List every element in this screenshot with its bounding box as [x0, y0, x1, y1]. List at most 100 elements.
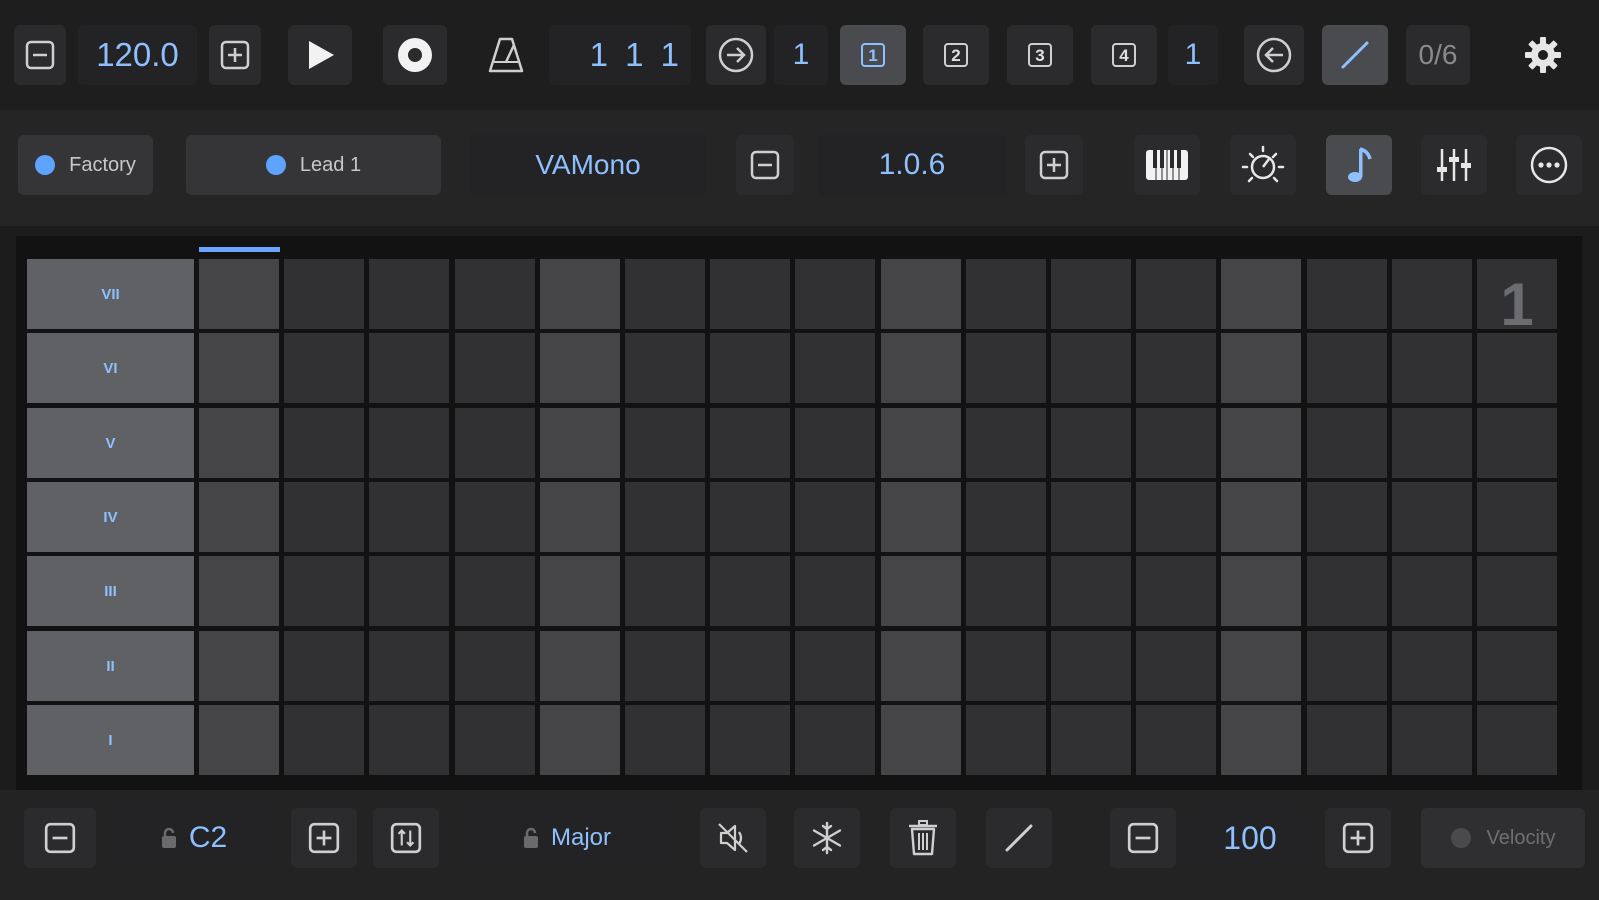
step-cell[interactable] [710, 556, 790, 626]
step-cell[interactable] [455, 259, 535, 329]
draw-mode-button[interactable] [1322, 25, 1388, 85]
step-cell[interactable] [284, 408, 364, 478]
velocity-decrease-button[interactable] [1110, 808, 1176, 868]
step-cell[interactable] [199, 631, 279, 701]
step-cell[interactable] [1051, 333, 1131, 403]
step-cell[interactable] [199, 259, 279, 329]
step-cell[interactable] [1307, 631, 1387, 701]
step-cell[interactable] [710, 482, 790, 552]
step-cell[interactable] [540, 482, 620, 552]
synth-edit-button[interactable] [1230, 135, 1296, 195]
mute-button[interactable] [700, 808, 766, 868]
step-cell[interactable] [1221, 333, 1301, 403]
pattern-button-3[interactable]: 3 [1007, 25, 1073, 85]
step-cell[interactable] [881, 705, 961, 775]
step-cell[interactable] [1477, 333, 1557, 403]
play-button[interactable] [288, 25, 352, 85]
sequencer-view-button[interactable] [1326, 135, 1392, 195]
step-cell[interactable] [1307, 705, 1387, 775]
step-cell[interactable] [1051, 408, 1131, 478]
step-cell[interactable] [1136, 556, 1216, 626]
metronome-button[interactable] [476, 25, 536, 85]
step-cell[interactable] [710, 631, 790, 701]
step-cell[interactable] [710, 705, 790, 775]
step-cell[interactable] [1307, 259, 1387, 329]
step-cell[interactable] [1136, 631, 1216, 701]
step-cell[interactable] [795, 259, 875, 329]
step-cell[interactable] [369, 259, 449, 329]
step-cell[interactable] [1136, 705, 1216, 775]
step-cell[interactable] [881, 482, 961, 552]
step-cell[interactable] [1136, 259, 1216, 329]
row-label[interactable]: IV [27, 482, 194, 552]
step-cell[interactable] [1221, 631, 1301, 701]
step-cell[interactable] [1221, 259, 1301, 329]
synth-name[interactable]: VAMono [469, 135, 707, 195]
step-cell[interactable] [1221, 482, 1301, 552]
step-cell[interactable] [455, 631, 535, 701]
step-cell[interactable] [1221, 408, 1301, 478]
row-label[interactable]: III [27, 556, 194, 626]
step-cell[interactable] [1307, 333, 1387, 403]
step-cell[interactable] [1477, 482, 1557, 552]
row-label[interactable]: I [27, 705, 194, 775]
step-cell[interactable] [540, 408, 620, 478]
step-cell[interactable] [1051, 556, 1131, 626]
row-label[interactable]: II [27, 631, 194, 701]
step-cell[interactable] [369, 631, 449, 701]
step-cell[interactable] [966, 556, 1046, 626]
step-cell[interactable] [625, 408, 705, 478]
loop-end-button[interactable] [1244, 25, 1304, 85]
pattern-button-4[interactable]: 4 [1091, 25, 1157, 85]
row-label[interactable]: V [27, 408, 194, 478]
delete-button[interactable] [890, 808, 956, 868]
root-note-field[interactable]: C2 [110, 808, 276, 868]
step-cell[interactable] [966, 482, 1046, 552]
step-cell[interactable] [369, 333, 449, 403]
step-cell[interactable] [1477, 631, 1557, 701]
step-cell[interactable] [1051, 482, 1131, 552]
transpose-button[interactable] [373, 808, 439, 868]
step-cell[interactable] [455, 333, 535, 403]
step-cell[interactable] [284, 631, 364, 701]
step-cell[interactable] [540, 333, 620, 403]
step-cell[interactable] [199, 333, 279, 403]
freeze-button[interactable] [794, 808, 860, 868]
step-cell[interactable] [966, 259, 1046, 329]
step-cell[interactable] [881, 631, 961, 701]
more-options-button[interactable] [1516, 135, 1582, 195]
row-label[interactable]: VI [27, 333, 194, 403]
step-cell[interactable] [284, 333, 364, 403]
tempo-display[interactable]: 120.0 [78, 25, 197, 85]
step-cell[interactable] [540, 631, 620, 701]
version-increase-button[interactable] [1025, 135, 1083, 195]
bank-selector[interactable]: Factory [18, 135, 153, 195]
scale-field[interactable]: Major [459, 808, 673, 868]
step-cell[interactable] [1392, 556, 1472, 626]
step-cell[interactable] [1307, 556, 1387, 626]
step-cell[interactable] [710, 408, 790, 478]
step-cell[interactable] [795, 408, 875, 478]
velocity-increase-button[interactable] [1325, 808, 1391, 868]
step-cell[interactable] [625, 631, 705, 701]
pattern-button-1[interactable]: 1 [840, 25, 906, 85]
step-cell[interactable] [369, 408, 449, 478]
step-cell[interactable] [881, 556, 961, 626]
step-cell[interactable] [1392, 408, 1472, 478]
step-cell[interactable] [455, 705, 535, 775]
step-cell[interactable] [540, 705, 620, 775]
step-cell[interactable] [1221, 556, 1301, 626]
step-cell[interactable] [795, 333, 875, 403]
step-cell[interactable] [540, 259, 620, 329]
step-cell[interactable] [199, 408, 279, 478]
step-cell[interactable] [369, 705, 449, 775]
record-button[interactable] [383, 25, 447, 85]
step-cell[interactable] [625, 259, 705, 329]
velocity-toggle[interactable]: Velocity [1421, 808, 1585, 868]
step-cell[interactable] [1477, 556, 1557, 626]
settings-button[interactable] [1515, 25, 1571, 85]
row-label[interactable]: VII [27, 259, 194, 329]
step-cell[interactable] [455, 482, 535, 552]
step-cell[interactable] [881, 259, 961, 329]
step-cell[interactable] [1051, 631, 1131, 701]
